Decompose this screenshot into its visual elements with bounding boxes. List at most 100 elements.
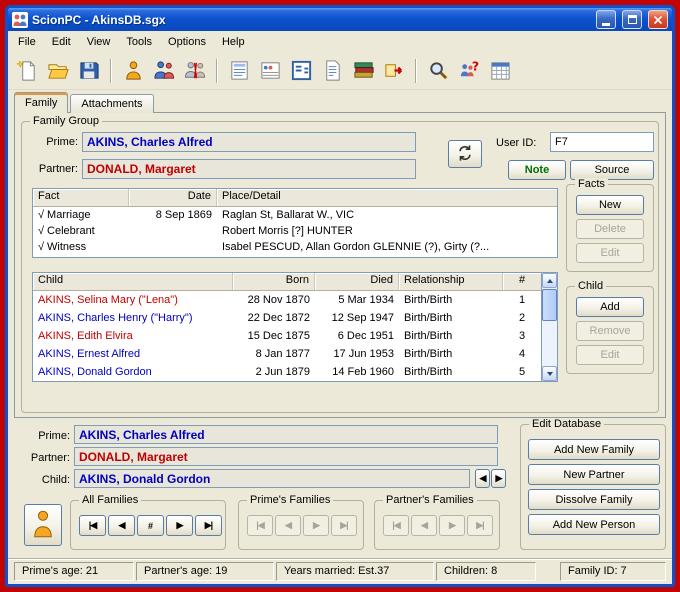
prime-first-button[interactable]: |◀	[247, 515, 273, 536]
person-search-button[interactable]: ?	[454, 56, 484, 86]
child-prev-button[interactable]: ◀	[475, 469, 490, 488]
child-header-died: Died	[315, 273, 399, 290]
family-group-sheet-button[interactable]	[255, 56, 285, 86]
all-last-button[interactable]: ▶|	[195, 515, 222, 536]
fact-edit-button[interactable]: Edit	[576, 243, 644, 263]
child-row[interactable]: AKINS, Ernest Alfred 8 Jan 1877 17 Jun 1…	[33, 345, 557, 363]
add-new-family-button[interactable]: Add New Family	[528, 439, 660, 460]
search-button[interactable]	[423, 56, 453, 86]
note-button[interactable]: Note	[508, 160, 566, 180]
child-name: AKINS, Ernest Alfred	[38, 348, 141, 360]
primes-families-label: Prime's Families	[247, 494, 334, 507]
user-id-field[interactable]: F7	[550, 132, 654, 152]
menu-item-view[interactable]: View	[79, 33, 119, 51]
prime-prev-button[interactable]: ◀	[275, 515, 301, 536]
child-number: 2	[518, 312, 526, 324]
add-new-person-button[interactable]: Add New Person	[528, 514, 660, 535]
split-family-button[interactable]	[180, 56, 210, 86]
new-partner-button[interactable]: New Partner	[528, 464, 660, 485]
tab-family[interactable]: Family	[14, 92, 69, 113]
all-prev-button[interactable]: ◀	[108, 515, 135, 536]
prime-next-button[interactable]: ▶	[303, 515, 329, 536]
child-row[interactable]: AKINS, Edith Elvira 15 Dec 1875 6 Dec 19…	[33, 327, 557, 345]
summary-prime-field[interactable]: AKINS, Charles Alfred	[74, 425, 498, 444]
partner-prev-button[interactable]: ◀	[411, 515, 437, 536]
fact-date	[129, 223, 217, 239]
fact-new-button[interactable]: New	[576, 195, 644, 215]
fact-row[interactable]: √ Marriage 8 Sep 1869 Raglan St, Ballarat…	[33, 207, 557, 223]
summary-partner-label: Partner:	[30, 452, 70, 464]
reports-button[interactable]	[224, 56, 254, 86]
facts-header-fact: Fact	[33, 189, 129, 206]
save-database-button[interactable]	[74, 56, 104, 86]
partner-last-button[interactable]: ▶|	[467, 515, 493, 536]
partner-first-button[interactable]: |◀	[383, 515, 409, 536]
maximize-button[interactable]	[622, 10, 642, 29]
dissolve-family-button[interactable]: Dissolve Family	[528, 489, 660, 510]
menu-item-edit[interactable]: Edit	[44, 33, 79, 51]
facts-table[interactable]: Fact Date Place/Detail √ Marriage 8 Sep 1…	[32, 188, 558, 258]
titlebar[interactable]: ScionPC - AkinsDB.sgx	[8, 8, 672, 31]
facts-header-detail: Place/Detail	[217, 189, 557, 206]
child-next-button[interactable]: ▶	[491, 469, 506, 488]
summary-child-field[interactable]: AKINS, Donald Gordon	[74, 469, 470, 488]
menu-item-options[interactable]: Options	[160, 33, 214, 51]
new-database-button[interactable]	[12, 56, 42, 86]
partner-next-button[interactable]: ▶	[439, 515, 465, 536]
scroll-up-button[interactable]	[542, 273, 557, 288]
all-next-button[interactable]: ▶	[166, 515, 193, 536]
menu-item-tools[interactable]: Tools	[118, 33, 160, 51]
minimize-button[interactable]	[596, 10, 616, 29]
minimize-icon	[602, 22, 610, 26]
summary-child-label: Child:	[41, 474, 70, 486]
child-row[interactable]: AKINS, Donald Gordon 2 Jun 1879 14 Feb 1…	[33, 363, 557, 381]
fact-row[interactable]: √ Witness Isabel PESCUD, Allan Gordon GLE…	[33, 239, 557, 255]
pedigree-chart-button[interactable]	[286, 56, 316, 86]
export-button[interactable]	[379, 56, 409, 86]
notes-document-button[interactable]	[317, 56, 347, 86]
child-remove-button[interactable]: Remove	[576, 321, 644, 341]
all-first-button[interactable]: |◀	[79, 515, 106, 536]
fact-row[interactable]: √ Celebrant Robert Morris [?] HUNTER	[33, 223, 557, 239]
child-edit-button[interactable]: Edit	[576, 345, 644, 365]
sources-button[interactable]	[348, 56, 378, 86]
fact-delete-button[interactable]: Delete	[576, 219, 644, 239]
close-button[interactable]	[648, 10, 668, 29]
add-family-button[interactable]	[149, 56, 179, 86]
child-name: AKINS, Edith Elvira	[38, 330, 133, 342]
all-goto-button[interactable]: #	[137, 515, 164, 536]
calendar-button[interactable]	[485, 56, 515, 86]
prime-field[interactable]: AKINS, Charles Alfred	[82, 132, 416, 152]
summary-prime-label: Prime:	[38, 430, 70, 442]
scroll-thumb[interactable]	[542, 289, 557, 321]
summary-partner-field[interactable]: DONALD, Margaret	[74, 447, 498, 466]
scroll-down-button[interactable]	[542, 366, 557, 381]
fact-name: Witness	[47, 241, 87, 253]
menu-item-help[interactable]: Help	[214, 33, 253, 51]
edit-database-label: Edit Database	[529, 418, 605, 431]
partner-field[interactable]: DONALD, Margaret	[82, 159, 416, 179]
swap-spouses-button[interactable]	[448, 140, 482, 168]
fact-detail: Robert Morris [?] HUNTER	[222, 225, 353, 237]
child-table[interactable]: Child Born Died Relationship # AKINS, Se…	[32, 272, 558, 382]
prime-last-button[interactable]: ▶|	[331, 515, 357, 536]
view-person-button[interactable]	[24, 504, 62, 546]
toolbar-separator	[415, 58, 417, 83]
source-button[interactable]: Source	[570, 160, 654, 180]
tab-attachments[interactable]: Attachments	[70, 94, 154, 113]
child-died: 6 Dec 1951	[337, 330, 394, 342]
fact-name: Celebrant	[47, 225, 95, 237]
menu-item-file[interactable]: File	[10, 33, 44, 51]
child-born: 22 Dec 1872	[247, 312, 310, 324]
child-number: 5	[518, 366, 526, 378]
child-header-number: #	[503, 273, 541, 290]
note-button-label: Note	[524, 164, 550, 176]
child-name: AKINS, Charles Henry ("Harry")	[38, 312, 193, 324]
child-row[interactable]: AKINS, Charles Henry ("Harry") 22 Dec 18…	[33, 309, 557, 327]
child-add-button[interactable]: Add	[576, 297, 644, 317]
open-database-button[interactable]	[43, 56, 73, 86]
child-name: AKINS, Selina Mary ("Lena")	[38, 294, 178, 306]
child-table-scrollbar[interactable]	[541, 273, 557, 381]
child-row[interactable]: AKINS, Selina Mary ("Lena") 28 Nov 1870 …	[33, 291, 557, 309]
person-button[interactable]	[118, 56, 148, 86]
